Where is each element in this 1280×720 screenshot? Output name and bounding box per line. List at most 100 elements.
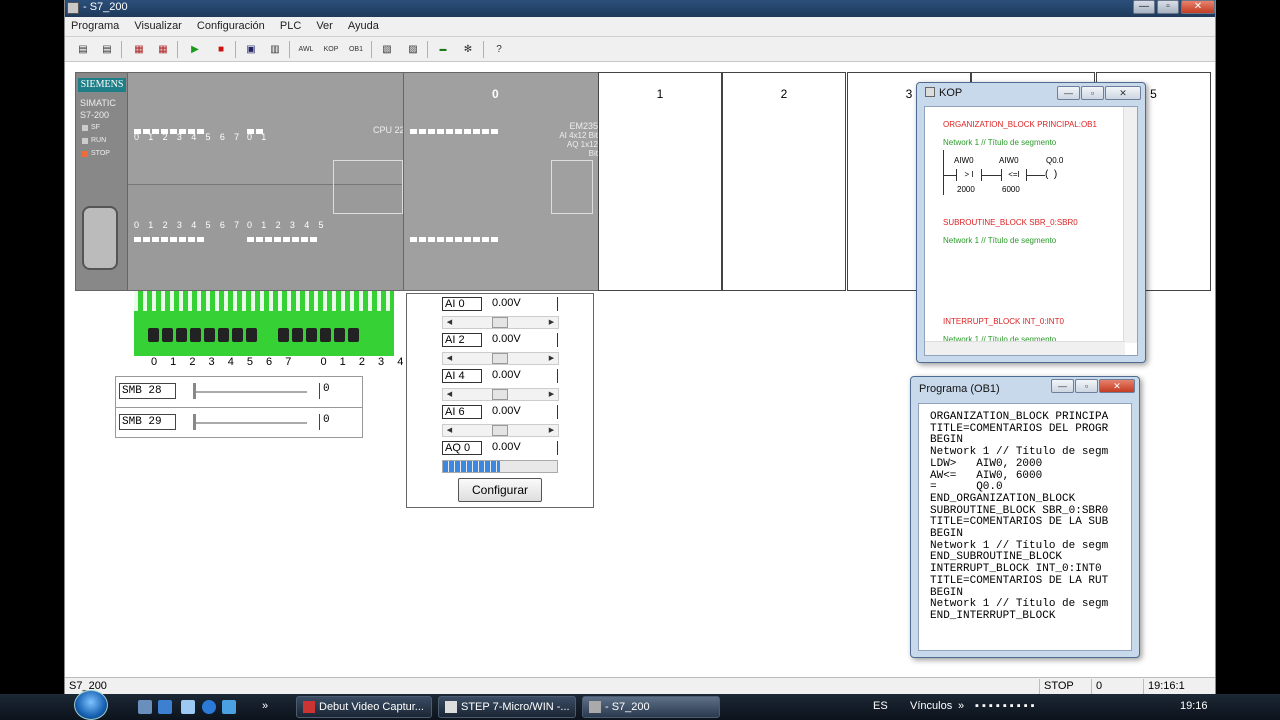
configurar-button[interactable]: Configurar (458, 478, 542, 502)
expansion-slot-1[interactable]: 1 (598, 72, 722, 291)
terminal-comb (134, 291, 394, 311)
left-border (0, 0, 64, 694)
toolbar-separator (235, 41, 236, 58)
smb28-value: 0 (319, 383, 359, 399)
ai0-label: AI 0 (442, 297, 482, 311)
programa-maximize-button[interactable]: ▫ (1075, 379, 1098, 393)
input-switch[interactable] (246, 328, 257, 342)
sf-led (82, 125, 88, 131)
smb28-slider[interactable] (191, 383, 309, 401)
ai2-scrollbar[interactable]: ◀ ▶ (442, 352, 559, 365)
menu-ayuda[interactable]: Ayuda (342, 17, 385, 35)
help-icon[interactable]: ? (489, 40, 509, 59)
language-indicator[interactable]: ES (873, 700, 888, 712)
kop-maximize-button[interactable]: ▫ (1081, 86, 1104, 100)
maximize-button[interactable]: ▫ (1157, 0, 1179, 14)
menu-programa[interactable]: Programa (65, 17, 125, 35)
input-switch[interactable] (348, 328, 359, 342)
start-button[interactable] (74, 690, 108, 720)
input-switch[interactable] (148, 328, 159, 342)
show-desktop-icon[interactable] (138, 700, 152, 714)
input-switch[interactable] (292, 328, 303, 342)
status-chart-icon[interactable]: ▧ (377, 40, 397, 59)
minimize-button[interactable]: — (1133, 0, 1155, 14)
explorer-icon[interactable] (181, 700, 195, 714)
links-expand-icon[interactable]: » (958, 700, 964, 712)
input-switch[interactable] (162, 328, 173, 342)
menu-configuracion[interactable]: Configuración (191, 17, 271, 35)
ai6-value: 0.00V (492, 405, 558, 419)
kop-button[interactable]: KOP (321, 40, 341, 59)
awl-button[interactable]: AWL (296, 40, 316, 59)
media-player-icon[interactable] (202, 700, 216, 714)
input-switch[interactable] (218, 328, 229, 342)
td200-icon[interactable]: ▬ (433, 40, 453, 59)
toolbar-separator (177, 41, 178, 58)
input-switch[interactable] (306, 328, 317, 342)
siemens-logo: SIEMENS (78, 78, 126, 92)
trend-icon[interactable]: ▨ (403, 40, 423, 59)
ai2-label: AI 2 (442, 333, 482, 347)
quick-launch-icon[interactable] (222, 700, 236, 714)
kop-network-1: Network 1 // Título de segmento (943, 138, 1057, 147)
input-switch[interactable] (176, 328, 187, 342)
programa-code-view[interactable]: ORGANIZATION_BLOCK PRINCIPA TITLE=COMENT… (918, 403, 1132, 651)
terminal-numbers: 0 1 2 3 4 5 6 7 0 1 2 3 4 5 (151, 356, 428, 368)
quick-launch-expand-icon[interactable]: » (262, 700, 268, 712)
input-switches-b (278, 328, 362, 345)
load-program-icon[interactable]: ▦ (129, 40, 149, 59)
menu-ver[interactable]: Ver (310, 17, 339, 35)
programa-close-button[interactable]: ✕ (1099, 379, 1135, 393)
input-switch[interactable] (204, 328, 215, 342)
kop-minimize-button[interactable]: — (1057, 86, 1080, 100)
open-icon[interactable]: ▤ (73, 40, 93, 59)
monitor-icon[interactable]: ▣ (241, 40, 261, 59)
taskbar-step7-microwin[interactable]: STEP 7-Micro/WIN -... (438, 696, 576, 718)
em235-module[interactable]: 0 EM235 AI 4x12 Bit AQ 1x12 Bit (403, 72, 599, 291)
ai6-scrollbar[interactable]: ◀ ▶ (442, 424, 559, 437)
links-toolbar[interactable]: Vínculos (910, 700, 952, 712)
taskbar-debut-video[interactable]: Debut Video Captur... (296, 696, 432, 718)
input-switch[interactable] (190, 328, 201, 342)
ai2-value: 0.00V (492, 333, 558, 347)
kop-constant-2: 6000 (1002, 185, 1020, 194)
load-config-icon[interactable]: ▦ (153, 40, 173, 59)
input-switch[interactable] (334, 328, 345, 342)
stop-icon[interactable]: ■ (211, 40, 231, 59)
kop-vertical-scrollbar[interactable] (1123, 107, 1137, 343)
menu-plc[interactable]: PLC (274, 17, 307, 35)
save-icon[interactable]: ▤ (97, 40, 117, 59)
kop-window[interactable]: KOP — ▫ ✕ ORGANIZATION_BLOCK PRINCIPAL:O… (916, 82, 1146, 363)
table-icon[interactable]: ▥ (265, 40, 285, 59)
toolbar-separator (121, 41, 122, 58)
ie-icon[interactable] (158, 700, 172, 714)
smb29-slider[interactable] (191, 414, 309, 432)
kop-compare-2: <=I (1001, 169, 1027, 181)
simatic-label: SIMATIC S7-200 (80, 98, 116, 120)
ai4-scrollbar[interactable]: ◀ ▶ (442, 388, 559, 401)
clock[interactable]: 19:16 (1180, 700, 1208, 712)
input-switch[interactable] (278, 328, 289, 342)
smb29-row: SMB 29 0 (116, 407, 362, 437)
programa-minimize-button[interactable]: — (1051, 379, 1074, 393)
menu-visualizar[interactable]: Visualizar (128, 17, 188, 35)
kop-network-2: Network 1 // Título de segmento (943, 236, 1057, 245)
input-switch[interactable] (232, 328, 243, 342)
toolbar-separator (483, 41, 484, 58)
ai2-row: AI 2 0.00V ◀ ▶ (442, 331, 560, 367)
run-icon[interactable]: ▶ (185, 40, 205, 59)
settings-icon[interactable]: ✻ (458, 40, 478, 59)
kop-close-button[interactable]: ✕ (1105, 86, 1141, 100)
input-switch[interactable] (320, 328, 331, 342)
kop-horizontal-scrollbar[interactable] (925, 341, 1125, 355)
cpu-cover (333, 160, 403, 214)
close-button[interactable]: ✕ (1181, 0, 1215, 14)
ai0-scrollbar[interactable]: ◀ ▶ (442, 316, 559, 329)
programa-ob1-window[interactable]: Programa (OB1) — ▫ ✕ ORGANIZATION_BLOCK … (910, 376, 1140, 658)
tray-icons[interactable]: ▪ ▪ ▪ ▪ ▪ ▪ ▪ ▪ ▪ (975, 700, 1035, 712)
taskbar-s7-200[interactable]: - S7_200 (582, 696, 720, 718)
aq0-progress-fill (443, 461, 500, 472)
kop-int-header: INTERRUPT_BLOCK INT_0:INT0 (943, 317, 1064, 326)
ob1-button[interactable]: OB1 (346, 40, 366, 59)
expansion-slot-2[interactable]: 2 (722, 72, 846, 291)
